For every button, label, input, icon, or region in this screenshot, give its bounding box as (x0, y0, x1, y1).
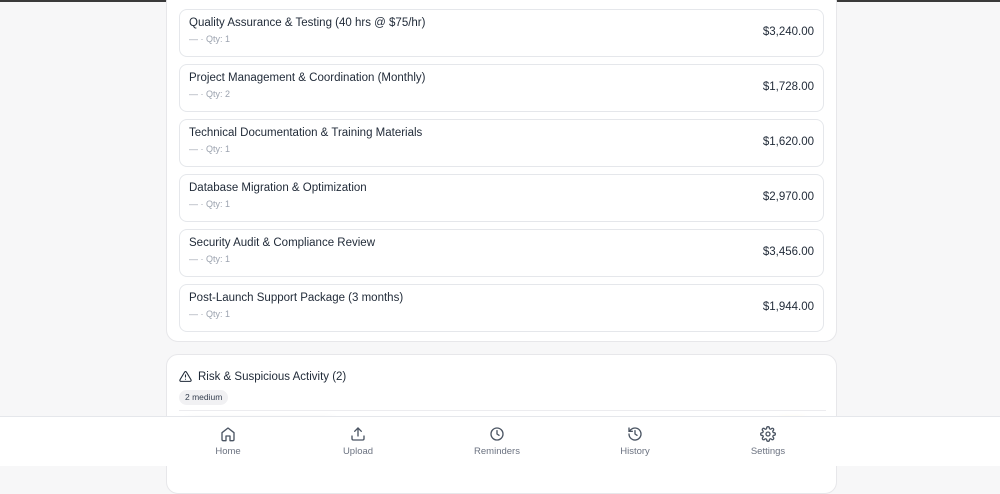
line-item-meta: — · Qty: 1 (189, 144, 231, 154)
nav-label-settings: Settings (750, 446, 786, 457)
line-item[interactable]: Security Audit & Compliance Review — · Q… (179, 229, 824, 277)
gear-icon (760, 426, 776, 442)
line-item-description: Security Audit & Compliance Review (189, 237, 375, 249)
risk-severity-badge: 2 medium (179, 390, 229, 405)
warning-triangle-icon (179, 371, 192, 382)
line-item-meta: — · Qty: 1 (189, 254, 231, 264)
nav-settings[interactable]: Settings (728, 426, 808, 457)
line-item[interactable]: Database Migration & Optimization — · Qt… (179, 174, 824, 222)
line-item-meta: — · Qty: 1 (189, 34, 231, 44)
line-item-meta: — · Qty: 1 (189, 199, 231, 209)
line-item-meta: — · Qty: 2 (189, 89, 231, 99)
nav-label-upload: Upload (342, 446, 374, 457)
line-item-description: Project Management & Coordination (Month… (189, 72, 426, 84)
nav-label-home: Home (215, 446, 241, 457)
line-item-description: Quality Assurance & Testing (40 hrs @ $7… (189, 17, 426, 29)
nav-history[interactable]: History (595, 426, 675, 457)
nav-label-history: History (620, 446, 650, 457)
invoice-review-page: Quality Assurance & Testing (40 hrs @ $7… (0, 0, 1000, 494)
line-item[interactable]: Technical Documentation & Training Mater… (179, 119, 824, 167)
line-item-amount: $1,944.00 (762, 301, 814, 313)
line-item-amount: $3,240.00 (762, 26, 814, 38)
line-item-amount: $3,456.00 (762, 246, 814, 258)
nav-upload[interactable]: Upload (318, 426, 398, 457)
nav-home[interactable]: Home (188, 426, 268, 457)
line-item-amount: $1,728.00 (762, 81, 814, 93)
risk-divider (179, 410, 826, 411)
line-item[interactable]: Project Management & Coordination (Month… (179, 64, 824, 112)
nav-label-reminders: Reminders (474, 446, 520, 457)
line-item-meta: — · Qty: 1 (189, 309, 231, 319)
line-item[interactable]: Post-Launch Support Package (3 months) —… (179, 284, 824, 332)
home-icon (221, 427, 235, 442)
line-item-amount: $1,620.00 (762, 136, 814, 148)
risk-header[interactable]: Risk & Suspicious Activity (2) (179, 370, 346, 383)
line-item-description: Database Migration & Optimization (189, 182, 367, 194)
line-item[interactable]: Quality Assurance & Testing (40 hrs @ $7… (179, 9, 824, 57)
line-item-amount: $2,970.00 (762, 191, 814, 203)
risk-title: Risk & Suspicious Activity (2) (198, 370, 347, 383)
line-items-card: Quality Assurance & Testing (40 hrs @ $7… (166, 0, 837, 342)
nav-reminders[interactable]: Reminders (457, 426, 537, 457)
clock-icon (490, 427, 504, 441)
line-item-description: Technical Documentation & Training Mater… (189, 127, 423, 139)
history-icon (628, 427, 642, 441)
bottom-navigation: Home Upload Reminders History Settings (0, 416, 1000, 466)
upload-icon (351, 427, 365, 441)
line-item-description: Post-Launch Support Package (3 months) (189, 292, 404, 304)
